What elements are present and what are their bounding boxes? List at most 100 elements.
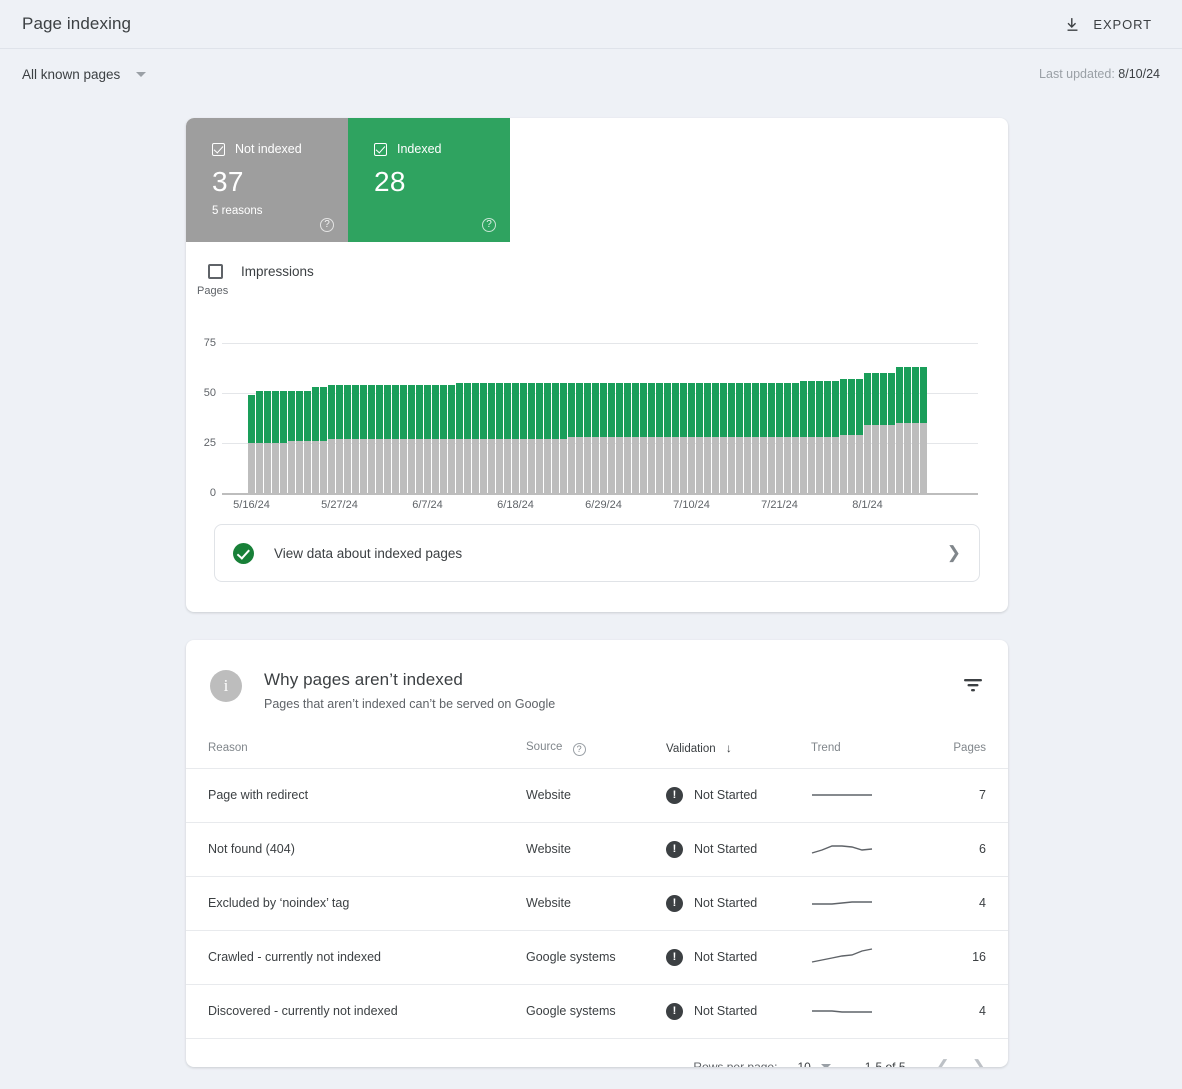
chart-bar[interactable] (912, 367, 919, 493)
chart-bar[interactable] (888, 373, 895, 493)
column-header-pages[interactable]: Pages (936, 733, 1008, 769)
chart-bar[interactable] (792, 383, 799, 493)
chart-bar[interactable] (840, 379, 847, 493)
export-button[interactable]: EXPORT (1056, 10, 1160, 39)
chevron-down-icon[interactable] (820, 1064, 831, 1067)
previous-page-button[interactable]: ❮ (936, 1057, 950, 1068)
impressions-checkbox[interactable] (208, 264, 223, 279)
column-header-source[interactable]: Source ? (526, 733, 666, 769)
cell-reason[interactable]: Page with redirect (186, 768, 526, 823)
scope-selector[interactable]: All known pages (22, 67, 147, 82)
column-header-validation[interactable]: Validation ↓ (666, 733, 811, 769)
chart-bar[interactable] (592, 383, 599, 493)
chart-bar[interactable] (432, 385, 439, 493)
table-row[interactable]: Discovered - currently not indexed Google… (186, 984, 1008, 1039)
chart-bar[interactable] (544, 383, 551, 493)
cell-reason[interactable]: Excluded by ‘noindex’ tag (186, 876, 526, 931)
chart-bar[interactable] (648, 383, 655, 493)
chart-bar[interactable] (848, 379, 855, 493)
cell-reason[interactable]: Discovered - currently not indexed (186, 984, 526, 1039)
chart-bar[interactable] (600, 383, 607, 493)
cell-reason[interactable]: Not found (404) (186, 822, 526, 877)
chart-bar[interactable] (800, 381, 807, 493)
chart-bar[interactable] (504, 383, 511, 493)
chart-bar[interactable] (768, 383, 775, 493)
help-icon[interactable]: ? (572, 742, 586, 756)
chart-bar[interactable] (416, 385, 423, 493)
chart-bar[interactable] (696, 383, 703, 493)
impressions-toggle[interactable]: Impressions (186, 242, 1008, 279)
chart-bar[interactable] (296, 391, 303, 493)
chart-bar[interactable] (352, 385, 359, 493)
chart-bar[interactable] (496, 383, 503, 493)
chart-bar[interactable] (736, 383, 743, 493)
chart-bar[interactable] (480, 383, 487, 493)
chart-bar[interactable] (864, 373, 871, 493)
chart-bar[interactable] (632, 383, 639, 493)
chart-bar[interactable] (688, 383, 695, 493)
chart-bar[interactable] (464, 383, 471, 493)
tile-not-indexed-checkbox[interactable] (212, 142, 225, 156)
chart-bar[interactable] (472, 383, 479, 493)
chart-bar[interactable] (920, 367, 927, 493)
chart-bar[interactable] (312, 387, 319, 493)
chart-bar[interactable] (672, 383, 679, 493)
chart-bar[interactable] (744, 383, 751, 493)
chart-bar[interactable] (872, 373, 879, 493)
tile-not-indexed[interactable]: Not indexed 37 5 reasons ? (186, 118, 348, 242)
tile-indexed[interactable]: Indexed 28 ? (348, 118, 510, 242)
chart-bar[interactable] (512, 383, 519, 493)
chart-bar[interactable] (384, 385, 391, 493)
chart-bar[interactable] (680, 383, 687, 493)
chart-bar[interactable] (760, 383, 767, 493)
chart-bar[interactable] (392, 385, 399, 493)
chart-bar[interactable] (280, 391, 287, 493)
chart-bar[interactable] (344, 385, 351, 493)
chart-bar[interactable] (448, 385, 455, 493)
table-row[interactable]: Crawled - currently not indexed Google sy… (186, 930, 1008, 985)
help-icon[interactable]: ? (482, 218, 496, 232)
table-row[interactable]: Page with redirect Website! Not Started 7 (186, 768, 1008, 823)
chart-bar[interactable] (624, 383, 631, 493)
view-indexed-pages-row[interactable]: View data about indexed pages ❯ (214, 524, 980, 582)
chart-bar[interactable] (248, 395, 255, 493)
chart-bar[interactable] (360, 385, 367, 493)
chart-bar[interactable] (664, 383, 671, 493)
tile-indexed-checkbox[interactable] (374, 142, 387, 156)
chart-bar[interactable] (784, 383, 791, 493)
table-row[interactable]: Excluded by ‘noindex’ tag Website! Not Sta… (186, 876, 1008, 931)
chart-bar[interactable] (336, 385, 343, 493)
chart-bar[interactable] (400, 385, 407, 493)
chart-bar[interactable] (896, 367, 903, 493)
chart-bar[interactable] (520, 383, 527, 493)
chart-bar[interactable] (320, 387, 327, 493)
chart-bar[interactable] (880, 373, 887, 493)
chart-bar[interactable] (288, 391, 295, 493)
chart-bar[interactable] (328, 385, 335, 493)
column-header-trend[interactable]: Trend (811, 733, 936, 769)
chart-bar[interactable] (456, 383, 463, 493)
chart-bar[interactable] (264, 391, 271, 493)
chart-bar[interactable] (608, 383, 615, 493)
chart-bar[interactable] (712, 383, 719, 493)
chart-bar[interactable] (376, 385, 383, 493)
chart-bar[interactable] (304, 391, 311, 493)
chart-bar[interactable] (528, 383, 535, 493)
chart-bar[interactable] (584, 383, 591, 493)
chart-bar[interactable] (440, 385, 447, 493)
help-icon[interactable]: ? (320, 218, 334, 232)
chart-bar[interactable] (536, 383, 543, 493)
chart-bar[interactable] (256, 391, 263, 493)
chart-bar[interactable] (856, 379, 863, 493)
chart-bar[interactable] (640, 383, 647, 493)
chart-bar[interactable] (408, 385, 415, 493)
chart-bar[interactable] (720, 383, 727, 493)
chart-bar[interactable] (560, 383, 567, 493)
chart-bar[interactable] (816, 381, 823, 493)
chart-bar[interactable] (576, 383, 583, 493)
chart-bar[interactable] (752, 383, 759, 493)
chart-bar[interactable] (656, 383, 663, 493)
chart-bar[interactable] (776, 383, 783, 493)
table-row[interactable]: Not found (404) Website! Not Started 6 (186, 822, 1008, 877)
chart-bar[interactable] (616, 383, 623, 493)
